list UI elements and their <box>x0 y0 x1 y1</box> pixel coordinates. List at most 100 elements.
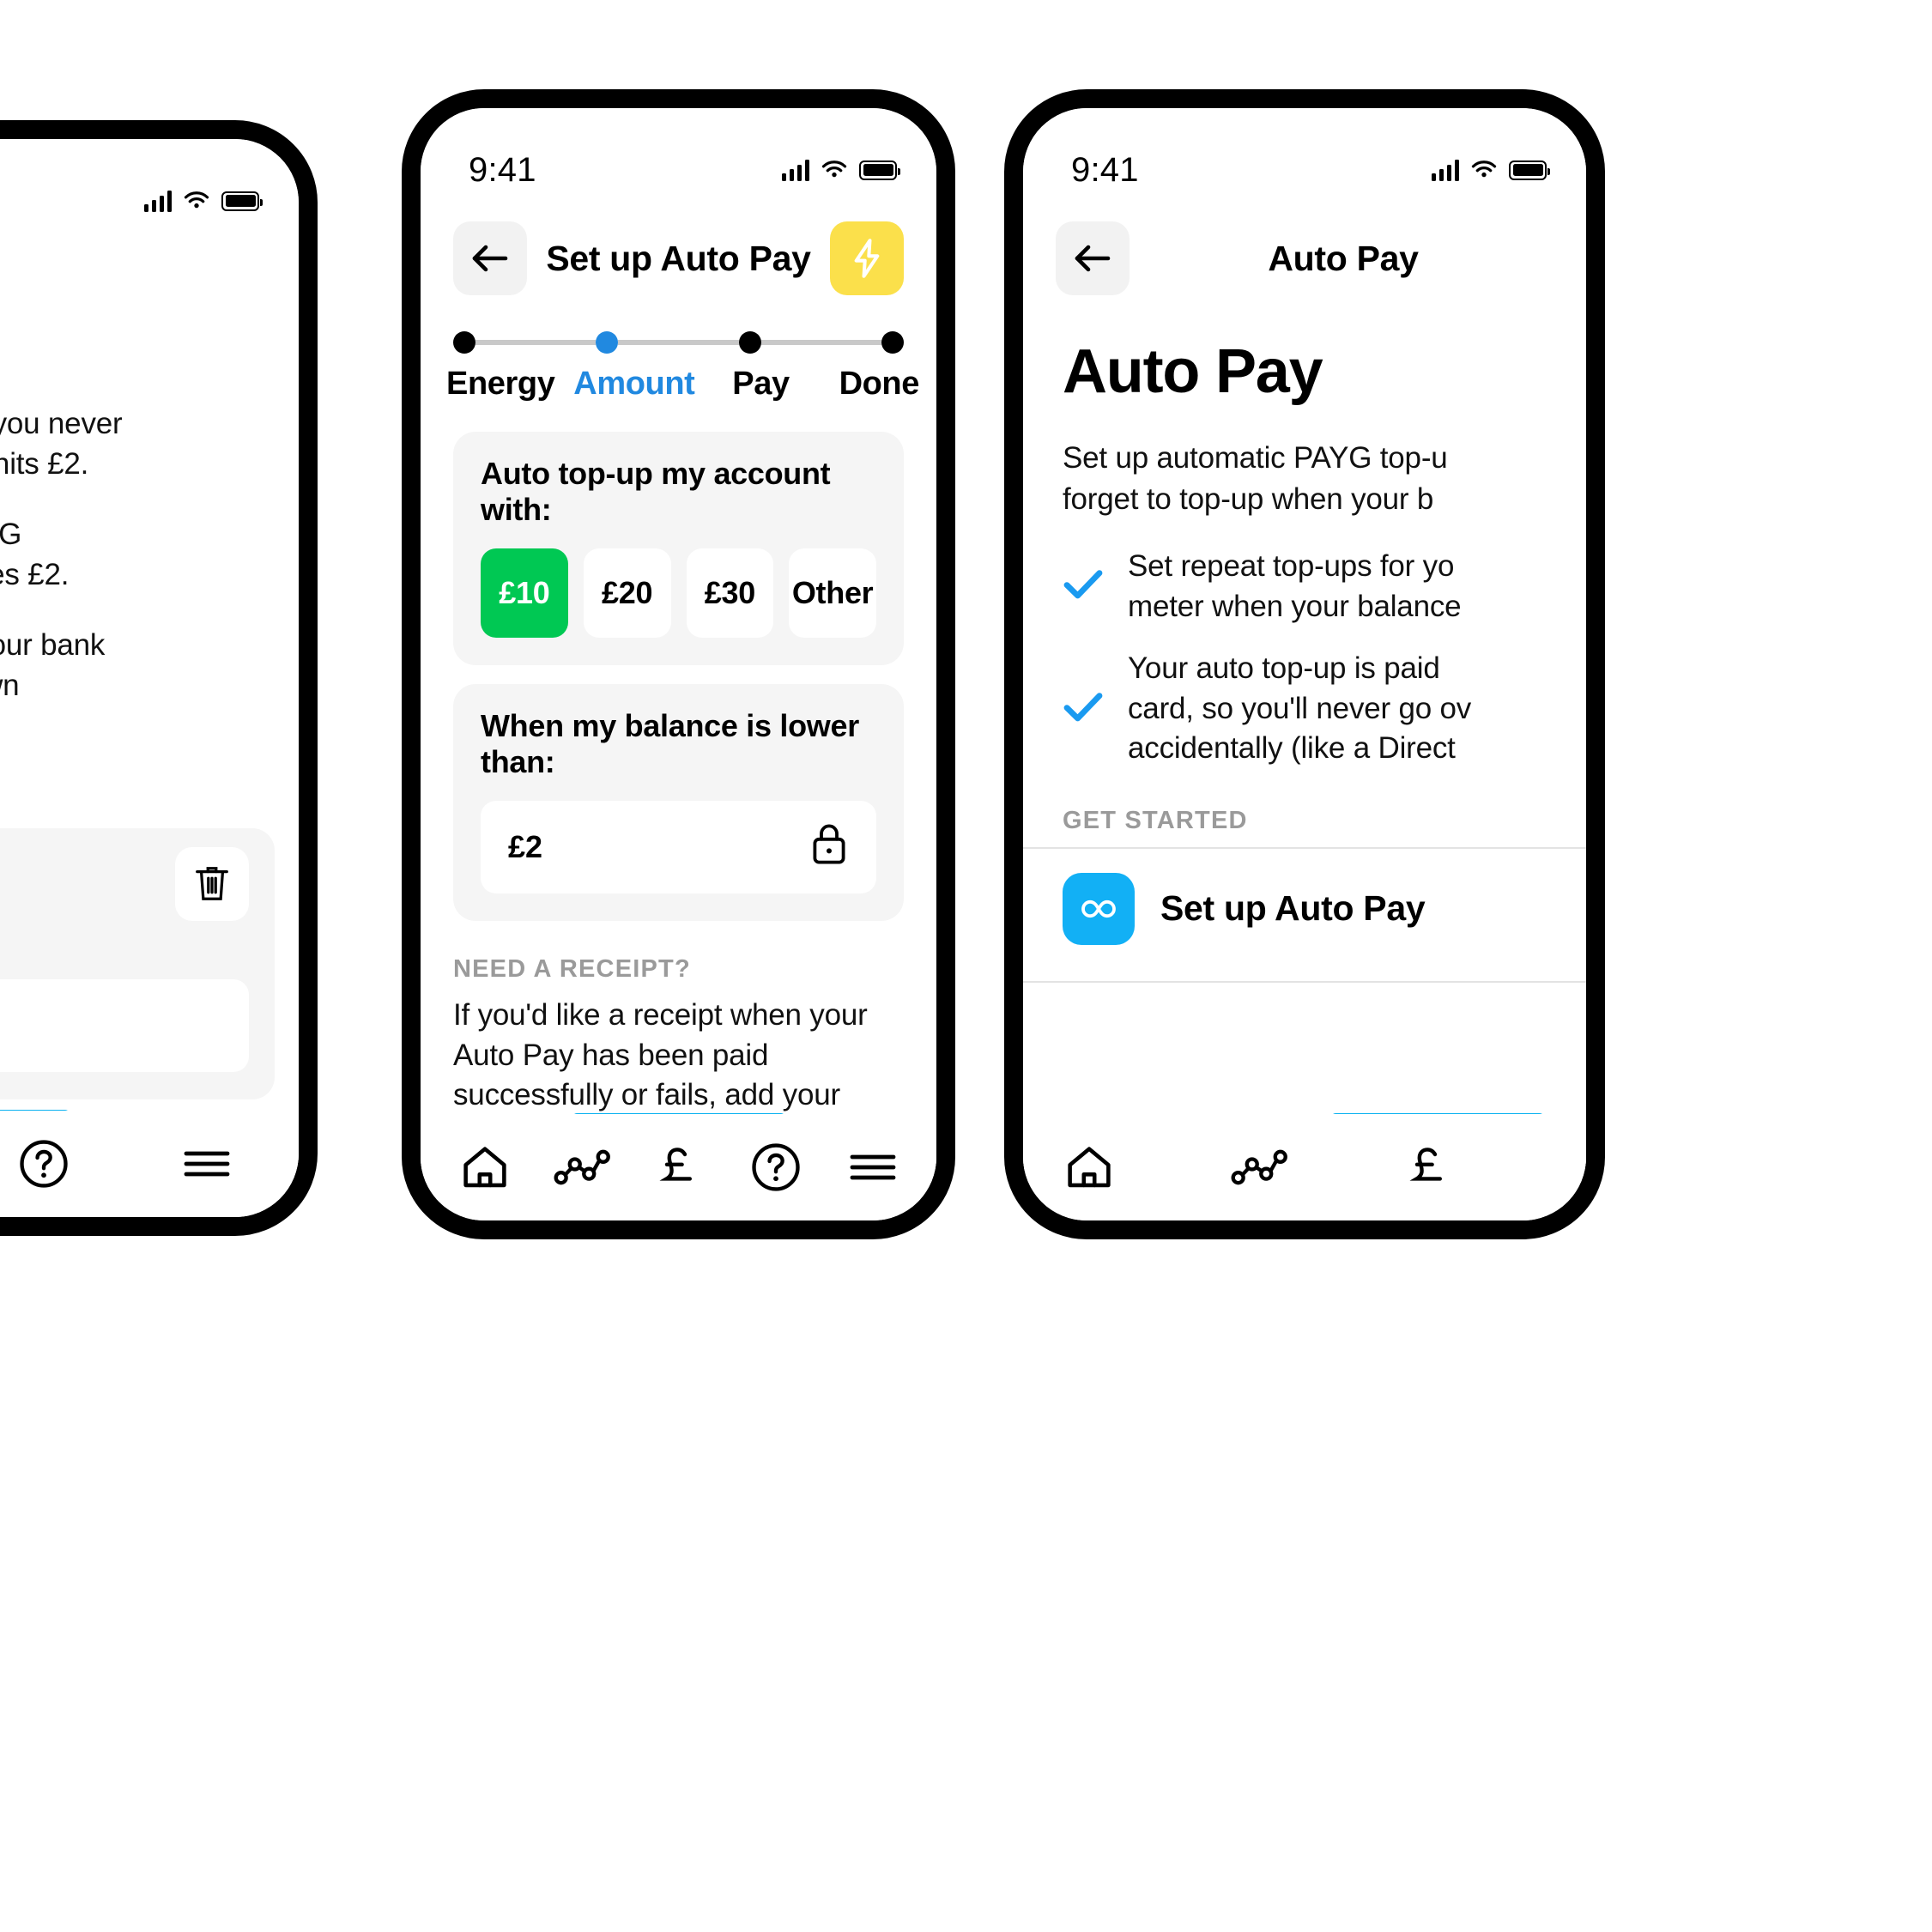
step-dot-done[interactable] <box>881 331 904 354</box>
list-item: Your auto top-up is paid card, so you'll… <box>1063 649 1586 769</box>
menu-icon[interactable] <box>843 1137 903 1197</box>
left-para-line: when your balance hits £2. <box>0 446 89 481</box>
step-dot-amount[interactable] <box>596 331 619 354</box>
usage-icon[interactable] <box>552 1137 612 1197</box>
get-started-eyebrow: GET STARTED <box>1063 806 1248 834</box>
right-intro-line: Set up automatic PAYG top-u <box>1063 441 1448 475</box>
phone-left: Auto Pay c PAYG top-ups so you never whe… <box>0 120 318 1236</box>
amount-option-30[interactable]: £30 <box>686 548 774 638</box>
setup-auto-pay-row[interactable]: Set up Auto Pay <box>1023 849 1586 969</box>
left-status-bar <box>0 139 299 232</box>
page-title: Auto Pay <box>1268 238 1419 278</box>
left-para-line: (like a Direct Debit). <box>0 706 299 746</box>
left-paragraphs: c PAYG top-ups so you never when your ba… <box>0 294 299 746</box>
step-line <box>760 340 881 345</box>
left-status-icons <box>143 190 263 212</box>
bullet-text: Set repeat top-ups for yo meter when you… <box>1128 547 1462 627</box>
right-intro: Set up automatic PAYG top-u forget to to… <box>1023 407 1586 519</box>
signal-bars-icon <box>143 190 172 212</box>
right-heading: Auto Pay <box>1063 337 1323 406</box>
threshold-value: £2 <box>508 829 543 864</box>
amount-option-10[interactable]: £10 <box>481 548 568 638</box>
home-icon[interactable] <box>1059 1137 1119 1197</box>
stepper-labels: Energy Amount Pay Done <box>446 366 919 403</box>
step-label-energy: Energy <box>446 366 555 402</box>
phone-right: 9:41 Auto Pay Auto Pay Set up automatic … <box>1004 89 1605 1239</box>
right-status-bar: 9:41 <box>1023 108 1586 201</box>
setup-auto-pay-label: Set up Auto Pay <box>1160 888 1426 929</box>
mid-nav-bar: Set up Auto Pay <box>421 201 936 302</box>
mid-status-time: 9:41 <box>469 150 536 189</box>
back-arrow-icon[interactable] <box>453 221 527 295</box>
credit-limit-value[interactable]: £2.00 <box>0 978 249 1072</box>
credit-limit-label: Credit limit <box>0 924 249 960</box>
wifi-icon <box>183 191 210 211</box>
topup-card-title: Auto top-up my account with: <box>481 456 831 527</box>
left-credit-card: Credit limit £2.00 <box>0 827 275 1099</box>
bullet-text: Your auto top-up is paid card, so you'll… <box>1128 649 1471 769</box>
check-icon <box>1063 568 1104 605</box>
pound-icon[interactable] <box>649 1137 709 1197</box>
lock-icon <box>809 821 849 874</box>
signal-bars-icon <box>1431 159 1459 181</box>
step-line <box>475 340 597 345</box>
step-label-done: Done <box>839 366 920 402</box>
left-bottom-nav <box>0 1111 299 1217</box>
setup-stepper: Energy Amount Pay Done <box>421 302 936 403</box>
home-icon[interactable] <box>455 1137 515 1197</box>
battery-icon <box>221 191 263 211</box>
topup-amount-card: Auto top-up my account with: £10 £20 £30… <box>453 432 904 665</box>
right-nav-bar: Auto Pay <box>1023 201 1586 302</box>
pound-icon[interactable] <box>1399 1137 1459 1197</box>
left-para-line: ll never go overdrawn <box>0 668 20 702</box>
mid-status-icons <box>781 159 900 181</box>
threshold-value-field[interactable]: £2 <box>481 801 876 893</box>
battery-icon <box>1509 160 1550 180</box>
screenshot-stage: Auto Pay c PAYG top-ups so you never whe… <box>0 0 1932 1932</box>
phone-middle: 9:41 Set up Auto Pay Energy Amount Pay D… <box>402 89 955 1239</box>
page-title: Set up Auto Pay <box>546 238 811 278</box>
amount-option-other[interactable]: Other <box>789 548 876 638</box>
help-icon[interactable] <box>746 1137 806 1197</box>
left-para-line: op-up is paid with your bank <box>0 628 106 663</box>
receipt-eyebrow: NEED A RECEIPT? <box>453 955 691 983</box>
left-nav-title: Auto Pay <box>0 232 299 294</box>
list-item: Set repeat top-ups for yo meter when you… <box>1063 547 1586 627</box>
step-line <box>618 340 739 345</box>
right-intro-line: forget to top-up when your b <box>1063 481 1434 516</box>
lightning-bolt-icon[interactable] <box>829 221 904 295</box>
step-dot-energy[interactable] <box>453 331 475 354</box>
left-para-line: c PAYG top-ups so you never <box>0 407 123 440</box>
mid-bottom-nav <box>421 1114 936 1220</box>
battery-icon <box>859 160 900 180</box>
bullet-line: card, so you'll never go ov <box>1128 691 1472 725</box>
bullet-line: accidentally (like a Direct <box>1128 731 1456 766</box>
balance-threshold-card: When my balance is lower than: £2 <box>453 684 904 921</box>
menu-icon[interactable] <box>177 1134 237 1194</box>
stepper-dots <box>453 331 904 354</box>
wifi-icon <box>1470 160 1498 180</box>
left-para-line: your balance reaches £2. <box>0 557 70 591</box>
phone-middle-screen: 9:41 Set up Auto Pay Energy Amount Pay D… <box>421 108 936 1220</box>
bullet-line: Set repeat top-ups for yo <box>1128 549 1455 584</box>
bullet-line: meter when your balance <box>1128 589 1462 623</box>
step-dot-pay[interactable] <box>738 331 761 354</box>
check-icon <box>1063 691 1104 728</box>
mid-status-bar: 9:41 <box>421 108 936 201</box>
bullet-line: Your auto top-up is paid <box>1128 651 1440 686</box>
step-label-amount: Amount <box>573 366 695 402</box>
usage-icon[interactable] <box>1229 1137 1289 1197</box>
phone-left-screen: Auto Pay c PAYG top-ups so you never whe… <box>0 139 299 1217</box>
phone-right-screen: 9:41 Auto Pay Auto Pay Set up automatic … <box>1023 108 1586 1220</box>
back-arrow-icon[interactable] <box>1056 221 1130 295</box>
left-para-line: op-ups for your PAYG <box>0 518 22 552</box>
wifi-icon <box>821 160 848 180</box>
right-status-icons <box>1431 159 1550 181</box>
help-icon[interactable] <box>14 1134 74 1194</box>
amount-option-20[interactable]: £20 <box>583 548 671 638</box>
trash-icon[interactable] <box>175 846 249 921</box>
left-credit-fields: £2.00 <box>0 978 249 1072</box>
right-bullets: Set repeat top-ups for yo meter when you… <box>1023 519 1586 769</box>
divider <box>1023 980 1586 983</box>
right-status-time: 9:41 <box>1071 150 1139 189</box>
